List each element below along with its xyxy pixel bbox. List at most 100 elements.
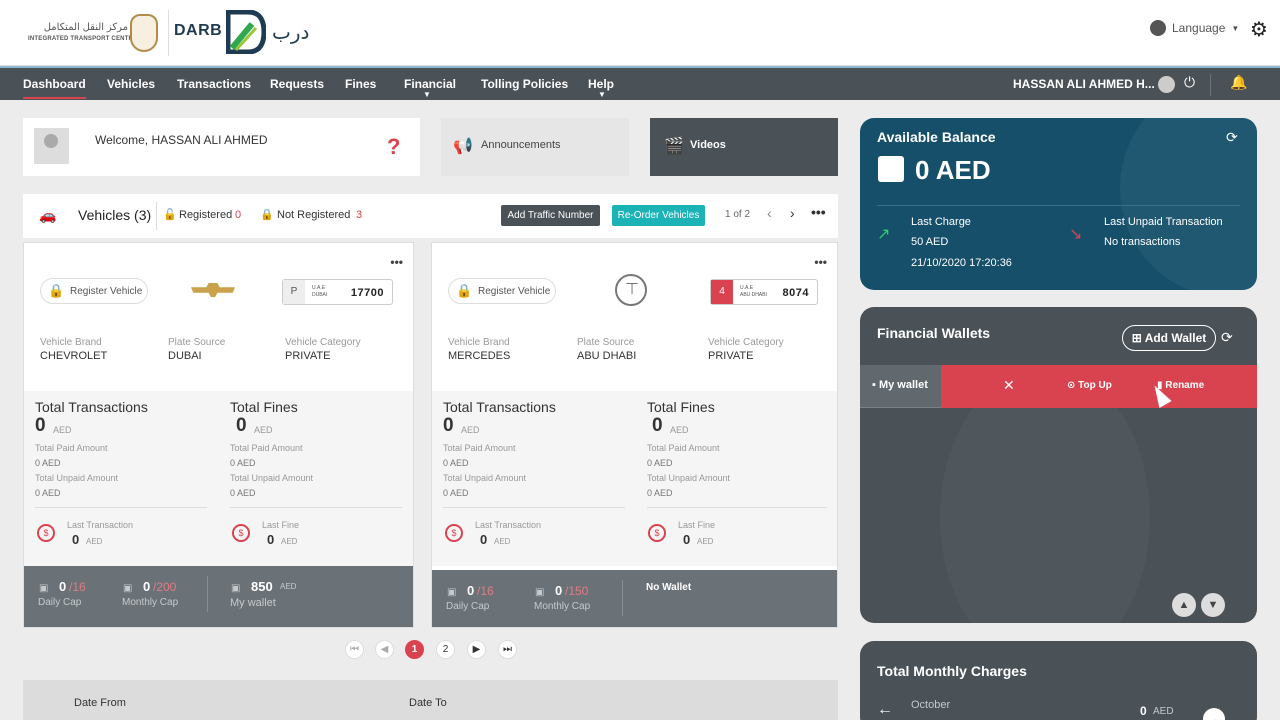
trend-up-icon: ↗	[877, 226, 891, 243]
page-2-button[interactable]: 2	[436, 640, 455, 659]
chevron-up-icon[interactable]: ▲	[1172, 593, 1196, 617]
unit-label: AED	[670, 425, 689, 435]
fines-unpaid-value: 0 AED	[647, 488, 673, 498]
help-icon[interactable]: ?	[387, 134, 400, 160]
language-selector[interactable]: Language ▼	[1150, 20, 1239, 36]
coins-icon: ▣	[123, 583, 133, 594]
paid-label: Total Paid Amount	[35, 443, 108, 453]
total-fines-value: 0	[236, 415, 247, 436]
last-transaction-label: Last Transaction	[67, 520, 134, 530]
coins-icon: ▣	[535, 587, 545, 598]
plate-number: 17700	[350, 287, 384, 299]
globe-icon	[1150, 20, 1166, 36]
total-fines-value: 0	[652, 415, 663, 436]
nav-help[interactable]: Help	[588, 77, 614, 91]
gear-icon[interactable]: ⚙	[1250, 20, 1268, 40]
license-plate: 4 U.A.E ABU DHABI 8074	[710, 279, 818, 305]
no-wallet-label: No Wallet	[646, 582, 692, 593]
main-nav: Dashboard Vehicles Transactions Requests…	[0, 66, 1280, 100]
last-charge-amount: 50 AED	[911, 236, 949, 248]
divider	[230, 507, 402, 508]
nav-requests[interactable]: Requests	[270, 77, 324, 91]
power-icon[interactable]: ⏻	[1184, 74, 1195, 91]
nav-tolling-policies[interactable]: Tolling Policies	[481, 77, 568, 91]
card-menu-icon[interactable]: •••	[390, 255, 403, 269]
nav-vehicles[interactable]: Vehicles	[107, 77, 155, 91]
refresh-icon[interactable]: ⟳	[1221, 329, 1233, 346]
vehicles-title: Vehicles (3)	[78, 207, 152, 223]
last-fine-value: 0	[267, 532, 275, 547]
plate-source-label: Plate Source	[168, 337, 226, 348]
avatar-icon[interactable]	[1158, 76, 1175, 93]
unpaid-label: Total Unpaid Amount	[35, 473, 119, 483]
category-value: PRIVATE	[708, 350, 754, 362]
arrow-left-icon[interactable]: ←	[877, 701, 893, 719]
fines-paid-label: Total Paid Amount	[230, 443, 303, 453]
register-vehicle-button[interactable]: 🔒 Register Vehicle	[448, 278, 556, 304]
date-filter-panel: Date From Date To	[23, 680, 838, 720]
chevron-left-icon[interactable]: ‹	[767, 205, 772, 221]
unit-label: AED	[494, 537, 511, 546]
footer-divider	[622, 580, 623, 616]
wallets-title: Financial Wallets	[877, 325, 991, 341]
monthly-charges-card: Total Monthly Charges ← October 0 AED →	[860, 641, 1257, 720]
top-up-label: Top Up	[1078, 380, 1112, 391]
itc-logo[interactable]: مركز النقل المتكامل INTEGRATED TRANSPORT…	[28, 12, 160, 56]
reorder-vehicles-button[interactable]: Re-Order Vehicles	[612, 205, 705, 226]
register-vehicle-label: Register Vehicle	[478, 286, 551, 297]
page-1-button[interactable]: 1	[405, 640, 424, 659]
not-registered-label: Not Registered	[277, 209, 351, 221]
card-menu-icon[interactable]: •••	[814, 255, 827, 269]
last-page-button[interactable]: ⏭	[498, 640, 517, 659]
arrow-right-icon[interactable]: →	[1203, 708, 1225, 720]
user-name[interactable]: HASSAN ALI AHMED H...	[1013, 77, 1155, 91]
trend-down-icon: ↘	[1069, 226, 1083, 243]
wallet-label[interactable]: My wallet	[230, 597, 276, 609]
unit-label: AED	[461, 425, 480, 435]
plate-code: P	[283, 280, 305, 304]
divider	[647, 507, 827, 508]
announcements-button[interactable]: 📢 Announcements	[441, 118, 629, 176]
vehicle-card: ••• 🔒 Register Vehicle P U.A.E DUBAI 177…	[23, 242, 414, 628]
unpaid-value: 0 AED	[443, 488, 469, 498]
next-page-button[interactable]: ▶	[467, 640, 486, 659]
chevron-down-icon[interactable]: ▼	[1201, 593, 1225, 617]
rename-label: Rename	[1165, 380, 1205, 391]
bell-icon[interactable]: 🔔	[1230, 74, 1247, 91]
first-page-button[interactable]: ⏮	[345, 640, 364, 659]
megaphone-icon: 📢	[453, 138, 473, 155]
daily-cap-max: /16	[477, 584, 494, 598]
top-up-button[interactable]: ⊙ Top Up	[1067, 380, 1112, 391]
plate-number: 8074	[782, 287, 809, 299]
add-traffic-number-button[interactable]: Add Traffic Number	[501, 205, 600, 226]
daily-cap-value: 0	[467, 583, 475, 598]
last-fine-value: 0	[683, 532, 691, 547]
videos-button[interactable]: 🎬 Videos	[650, 118, 838, 176]
darb-logo-icon[interactable]	[226, 10, 266, 54]
avatar	[34, 128, 69, 164]
videos-label: Videos	[690, 139, 726, 151]
monthly-title: Total Monthly Charges	[877, 663, 1027, 679]
chevron-right-icon[interactable]: ›	[790, 205, 795, 221]
wallet-row[interactable]: ▪ My wallet ✕ ⊙ Top Up ▮ Rename	[860, 365, 1257, 408]
darb-logo-text[interactable]: DARB	[174, 22, 222, 40]
close-icon[interactable]: ✕	[1003, 377, 1015, 394]
wallet-name: ▪ My wallet	[872, 379, 928, 391]
divider	[35, 507, 207, 508]
daily-cap-max: /16	[69, 580, 86, 594]
add-wallet-button[interactable]: ⊞ Add Wallet	[1122, 325, 1216, 351]
license-plate: P U.A.E DUBAI 17700	[282, 279, 393, 305]
registered-count: 0	[235, 209, 242, 221]
nav-dashboard[interactable]: Dashboard	[23, 77, 86, 99]
nav-fines[interactable]: Fines	[345, 77, 376, 91]
brand-value: CHEVROLET	[40, 350, 108, 362]
nav-transactions[interactable]: Transactions	[177, 77, 251, 91]
prev-page-button[interactable]: ◀	[375, 640, 394, 659]
category-label: Vehicle Category	[285, 337, 361, 348]
monthly-cap-label: Monthly Cap	[534, 601, 591, 612]
total-transactions-value: 0	[35, 415, 46, 436]
refresh-icon[interactable]: ⟳	[1226, 129, 1238, 146]
more-options-icon[interactable]: •••	[811, 204, 826, 220]
register-vehicle-button[interactable]: 🔒 Register Vehicle	[40, 278, 148, 304]
nav-financial[interactable]: Financial	[404, 77, 456, 91]
